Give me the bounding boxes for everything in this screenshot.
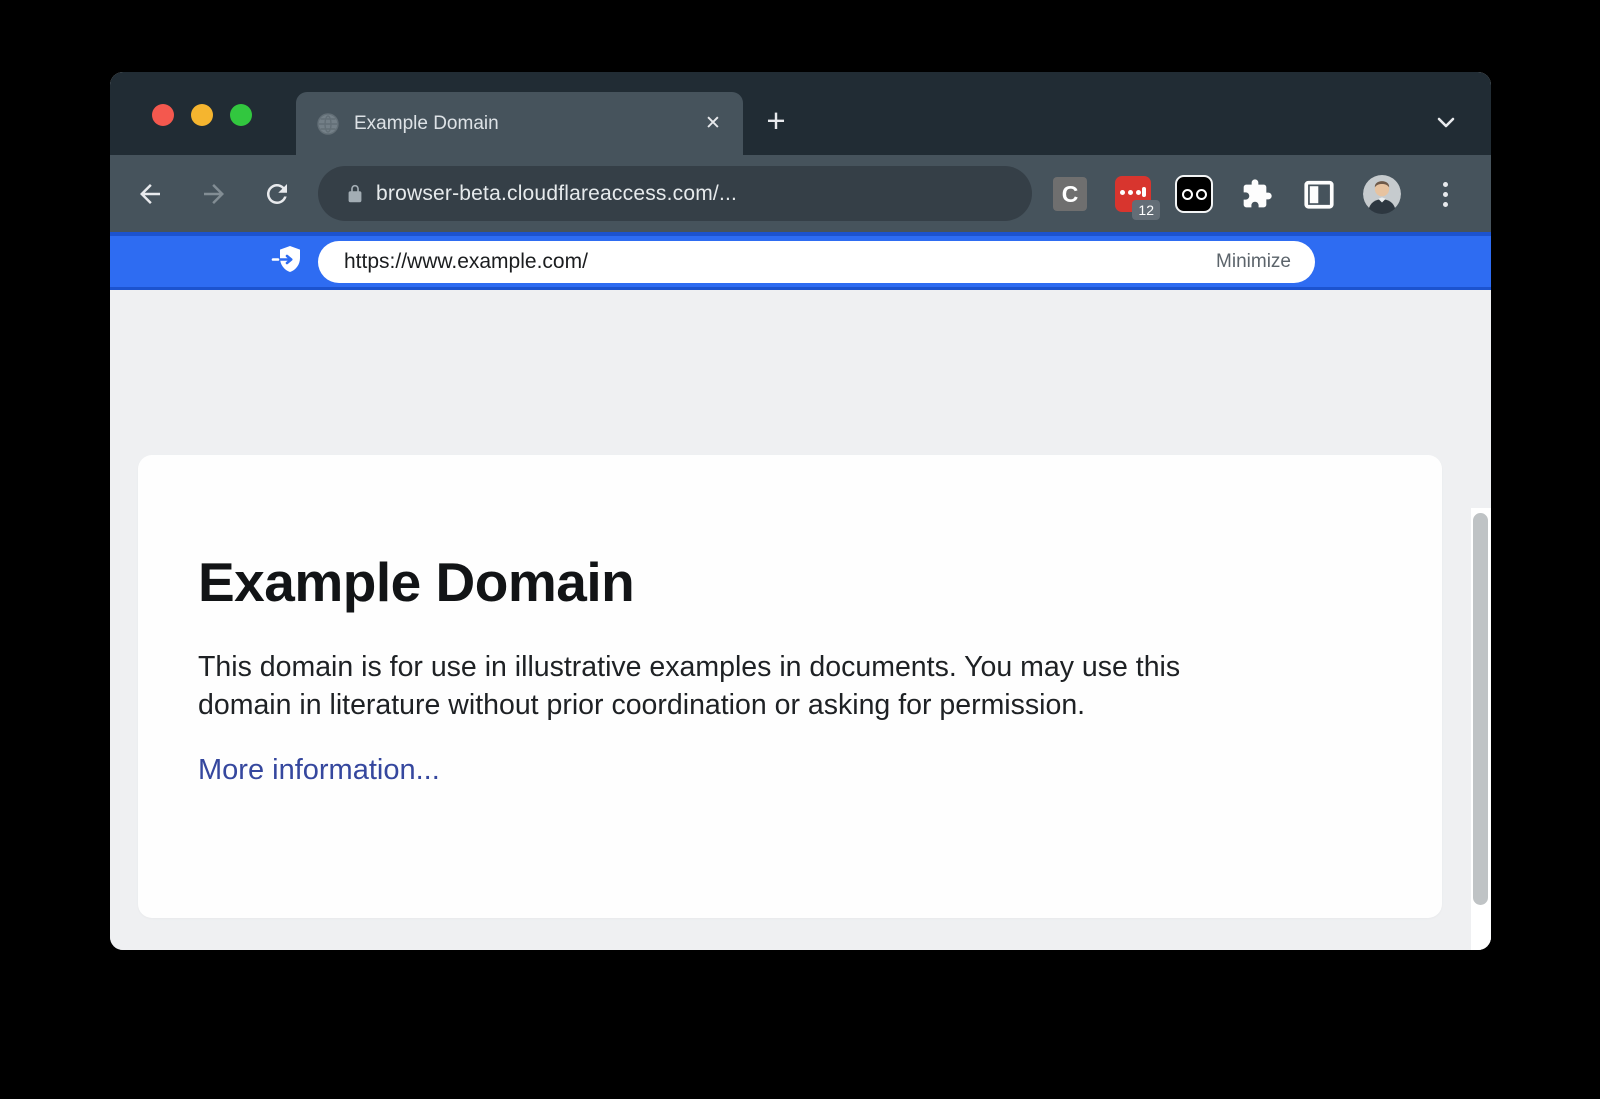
address-bar[interactable]: browser-beta.cloudflareaccess.com/... xyxy=(318,166,1032,221)
reload-button[interactable] xyxy=(260,177,294,211)
navigation-toolbar: browser-beta.cloudflareaccess.com/... C xyxy=(110,155,1491,232)
window-close-button[interactable] xyxy=(152,104,174,126)
lock-icon xyxy=(344,183,366,205)
scrollbar-thumb[interactable] xyxy=(1473,513,1488,905)
arrow-left-icon xyxy=(135,179,165,209)
forward-button[interactable] xyxy=(197,177,231,211)
page-content: Example Domain This domain is for use in… xyxy=(110,290,1491,950)
two-circles-extension-icon xyxy=(1175,175,1213,213)
isolation-address-bar[interactable]: https://www.example.com/ Minimize xyxy=(318,241,1315,283)
window-zoom-button[interactable] xyxy=(230,104,252,126)
back-button[interactable] xyxy=(133,177,167,211)
plus-icon: + xyxy=(766,102,785,139)
side-panel-icon xyxy=(1302,177,1336,211)
tab-close-button[interactable]: ✕ xyxy=(699,110,727,138)
new-tab-button[interactable]: + xyxy=(756,102,796,142)
extension-dark-button[interactable] xyxy=(1175,175,1213,213)
chevron-down-icon xyxy=(1434,110,1458,134)
notification-badge: 12 xyxy=(1132,200,1160,220)
profile-avatar[interactable] xyxy=(1363,175,1401,213)
reload-icon xyxy=(262,179,292,209)
isolation-url-text: https://www.example.com/ xyxy=(344,250,588,274)
window-controls xyxy=(152,104,252,126)
three-dot-icon xyxy=(1443,182,1448,207)
content-card: Example Domain This domain is for use in… xyxy=(138,455,1442,918)
more-information-link[interactable]: More information... xyxy=(198,754,440,787)
extension-c-button[interactable]: C xyxy=(1051,175,1089,213)
puzzle-icon xyxy=(1241,178,1273,210)
tab-search-button[interactable] xyxy=(1424,100,1468,144)
address-text: browser-beta.cloudflareaccess.com/... xyxy=(376,182,737,206)
globe-favicon-icon xyxy=(316,112,340,136)
screenshot-stage: Example Domain ✕ + xyxy=(0,0,1600,1099)
browser-window: Example Domain ✕ + xyxy=(110,72,1491,950)
arrow-right-icon xyxy=(199,179,229,209)
avatar-photo xyxy=(1363,174,1401,214)
browser-tab[interactable]: Example Domain ✕ xyxy=(296,92,743,155)
side-panel-button[interactable] xyxy=(1300,175,1338,213)
minimize-button[interactable]: Minimize xyxy=(1216,251,1291,273)
tab-title: Example Domain xyxy=(354,113,699,135)
c-extension-icon: C xyxy=(1053,177,1087,211)
menu-button[interactable] xyxy=(1426,175,1464,213)
tab-strip: Example Domain ✕ + xyxy=(110,72,1491,155)
isolation-bar: https://www.example.com/ Minimize xyxy=(110,232,1491,290)
shield-arrow-icon xyxy=(270,245,306,277)
extensions-menu-button[interactable] xyxy=(1238,175,1276,213)
page-paragraph: This domain is for use in illustrative e… xyxy=(198,648,1378,724)
page-title: Example Domain xyxy=(198,550,1382,614)
scrollbar[interactable] xyxy=(1471,508,1491,950)
window-minimize-button[interactable] xyxy=(191,104,213,126)
extension-red-button[interactable]: 12 xyxy=(1114,175,1152,213)
red-dots-extension-icon: 12 xyxy=(1115,176,1151,212)
